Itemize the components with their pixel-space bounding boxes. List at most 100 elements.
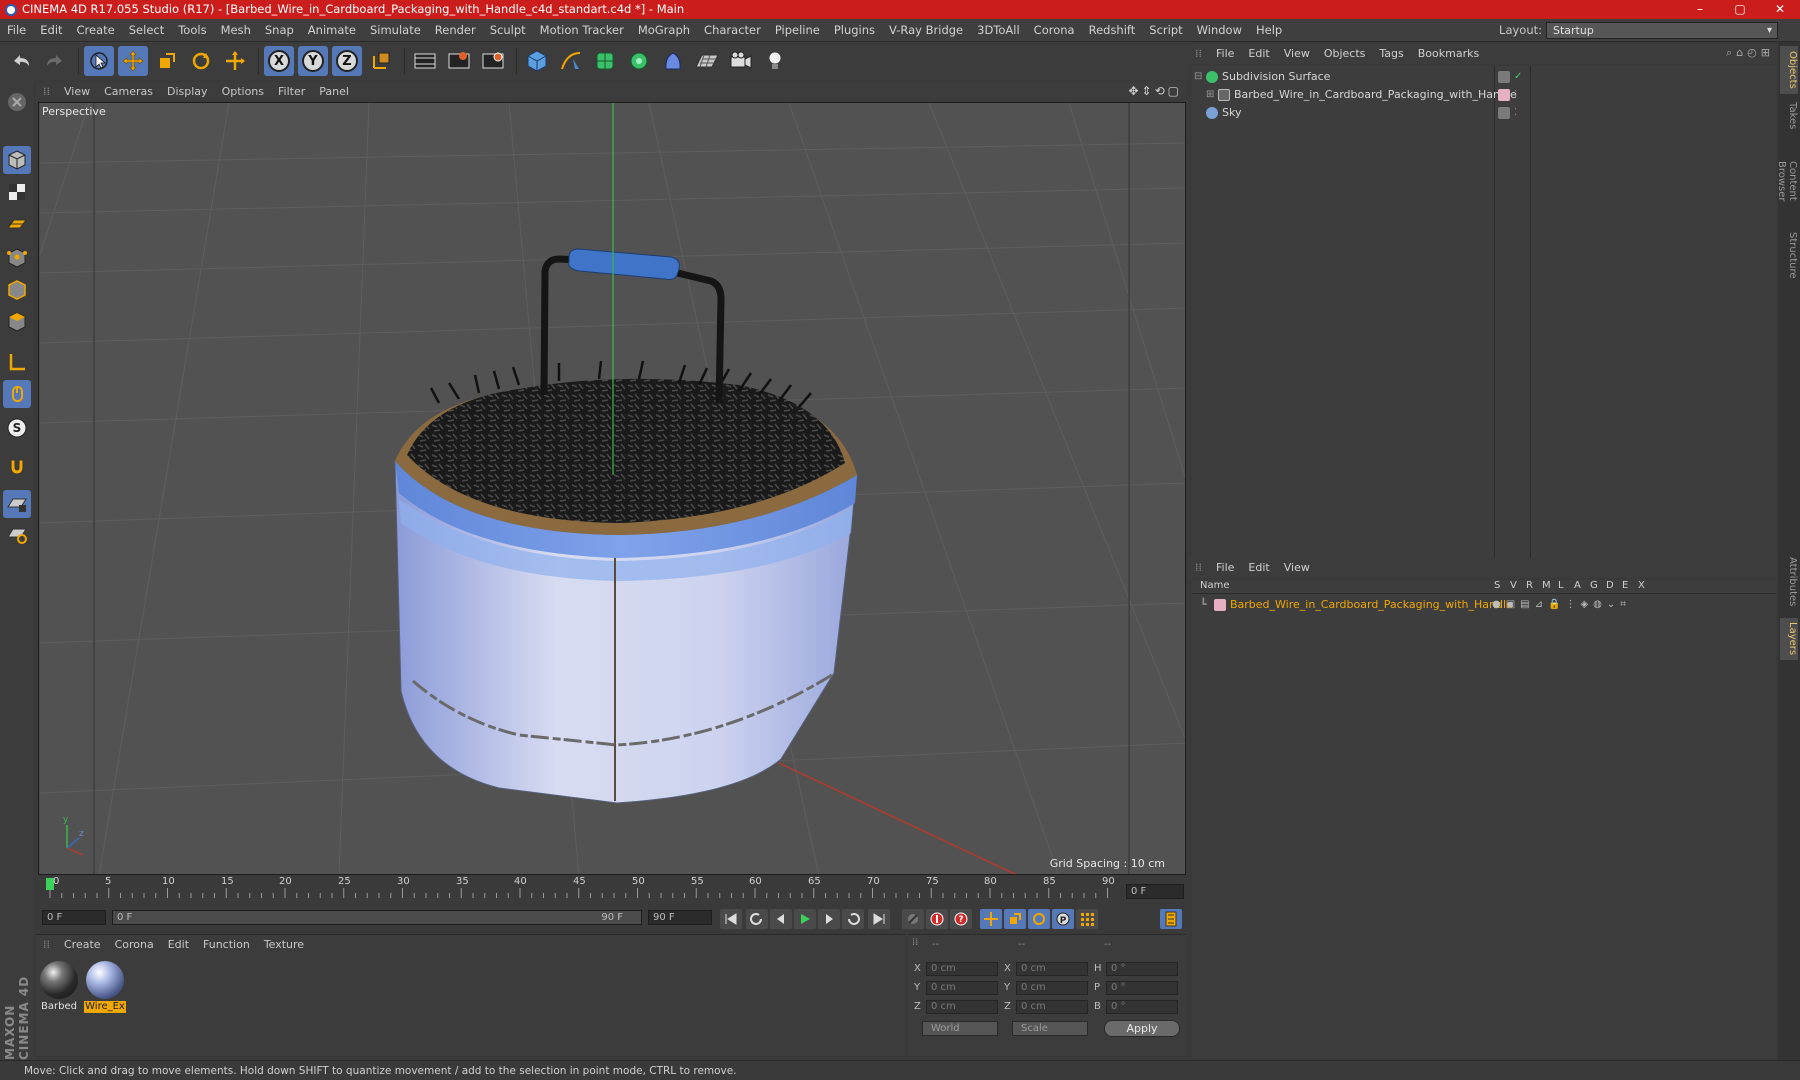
menu-window[interactable]: Window xyxy=(1190,19,1249,42)
material-menu-create[interactable]: Create xyxy=(57,935,108,954)
menu-help[interactable]: Help xyxy=(1249,19,1289,42)
move-tool-icon[interactable] xyxy=(118,46,148,76)
menu-script[interactable]: Script xyxy=(1142,19,1189,42)
viewport-menu-view[interactable]: View xyxy=(57,82,97,101)
axis-mode-icon[interactable] xyxy=(3,348,31,376)
snap-magnet-icon[interactable] xyxy=(3,452,31,480)
material-menu-function[interactable]: Function xyxy=(196,935,257,954)
pos-y-field[interactable]: 0 cm xyxy=(926,981,998,995)
key-rotation-icon[interactable] xyxy=(1028,909,1050,929)
tab-content-browser[interactable]: Content Browser xyxy=(1776,138,1798,224)
key-scale-icon[interactable] xyxy=(1004,909,1026,929)
menu-vray-bridge[interactable]: V-Ray Bridge xyxy=(882,19,970,42)
menu-mesh[interactable]: Mesh xyxy=(214,19,258,42)
size-z-field[interactable]: 0 cm xyxy=(1016,1000,1088,1014)
render-view-icon[interactable] xyxy=(410,46,440,76)
layers-menu-file[interactable]: File xyxy=(1209,558,1241,578)
subdivision-surface-icon[interactable] xyxy=(590,46,620,76)
layers-menu-view[interactable]: View xyxy=(1277,558,1317,578)
menu-corona[interactable]: Corona xyxy=(1027,19,1082,42)
menu-tools[interactable]: Tools xyxy=(171,19,213,42)
scale-tool-icon[interactable] xyxy=(152,46,182,76)
z-axis-lock-button[interactable]: Z xyxy=(332,46,362,76)
autokey-icon[interactable]: ? xyxy=(950,909,972,929)
material-menu-edit[interactable]: Edit xyxy=(161,935,196,954)
polygons-mode-icon[interactable] xyxy=(3,308,31,336)
menu-create[interactable]: Create xyxy=(70,19,122,42)
layer-color-swatch[interactable] xyxy=(1498,71,1510,83)
maximize-button[interactable]: ▢ xyxy=(1720,0,1760,19)
transform-tool-icon[interactable] xyxy=(220,46,250,76)
viewport-menu-display[interactable]: Display xyxy=(160,82,215,101)
panel-grip[interactable]: ⁞⁞ xyxy=(36,935,57,954)
model-mode-icon[interactable] xyxy=(3,146,31,174)
undo-icon[interactable] xyxy=(6,46,36,76)
menu-redshift[interactable]: Redshift xyxy=(1082,19,1143,42)
layout-dropdown[interactable]: Startup xyxy=(1546,22,1778,39)
viewport-menu-filter[interactable]: Filter xyxy=(271,82,312,101)
material-menu-texture[interactable]: Texture xyxy=(257,935,311,954)
select-arrow-icon[interactable] xyxy=(84,46,114,76)
previous-key-icon[interactable] xyxy=(746,909,768,929)
tab-attributes[interactable]: Attributes xyxy=(1780,550,1798,614)
x-axis-lock-button[interactable]: X xyxy=(264,46,294,76)
spline-pen-icon[interactable] xyxy=(556,46,586,76)
material-swatch-wire-ex[interactable]: Wire_Ex xyxy=(84,959,126,1013)
panel-grip[interactable]: ⁞⁞ xyxy=(912,937,918,948)
size-x-field[interactable]: 0 cm xyxy=(1016,962,1088,976)
objects-menu-tags[interactable]: Tags xyxy=(1372,44,1410,64)
rot-h-field[interactable]: 0 ° xyxy=(1106,962,1178,976)
edges-mode-icon[interactable] xyxy=(3,276,31,304)
tab-takes[interactable]: Takes xyxy=(1780,98,1798,134)
tab-objects[interactable]: Objects xyxy=(1780,46,1798,94)
viewport-menu-panel[interactable]: Panel xyxy=(312,82,356,101)
panel-grip[interactable]: ⁞⁞ xyxy=(1188,558,1209,578)
record-keys-icon[interactable] xyxy=(926,909,948,929)
viewport-menu-options[interactable]: Options xyxy=(215,82,271,101)
y-axis-lock-button[interactable]: Y xyxy=(298,46,328,76)
cloner-icon[interactable] xyxy=(624,46,654,76)
size-y-field[interactable]: 0 cm xyxy=(1016,981,1088,995)
key-position-icon[interactable] xyxy=(980,909,1002,929)
visibility-dots-icon[interactable]: ⁚ xyxy=(1514,86,1517,104)
play-forward-icon[interactable] xyxy=(794,909,816,929)
render-to-picture-viewer-icon[interactable] xyxy=(444,46,474,76)
timeline-ruler[interactable]: 0 5 10 15 20 25 30 35 40 45 50 55 60 65 … xyxy=(36,876,1186,906)
planar-workplane-icon[interactable] xyxy=(3,520,31,548)
perspective-viewport[interactable]: y z Perspective Grid Spacing : 10 cm xyxy=(38,102,1186,875)
menu-animate[interactable]: Animate xyxy=(301,19,363,42)
layer-color-swatch[interactable] xyxy=(1498,107,1510,119)
layer-toggle-icons[interactable]: ●▣▤⊿🔒⋮◈◍⌄⌗ xyxy=(1492,596,1631,614)
objects-menu-objects[interactable]: Objects xyxy=(1317,44,1373,64)
object-row-subdivision-surface[interactable]: ⊟ Subdivision Surface ✓ xyxy=(1192,68,1776,86)
tweak-mode-icon[interactable] xyxy=(3,380,31,408)
panel-grip[interactable]: ⁞⁞ xyxy=(36,82,57,101)
light-icon[interactable] xyxy=(760,46,790,76)
object-row-sky[interactable]: Sky ⁚ xyxy=(1192,104,1776,122)
rot-p-field[interactable]: 0 ° xyxy=(1106,981,1178,995)
end-frame-field[interactable]: 90 F xyxy=(648,910,712,925)
make-editable-icon[interactable] xyxy=(3,88,31,116)
go-to-end-icon[interactable] xyxy=(868,909,890,929)
menu-pipeline[interactable]: Pipeline xyxy=(768,19,827,42)
minimize-button[interactable]: – xyxy=(1680,0,1720,19)
coordinate-space-dropdown[interactable]: World xyxy=(922,1021,998,1036)
locked-workplane-icon[interactable] xyxy=(3,490,31,518)
pos-z-field[interactable]: 0 cm xyxy=(926,1000,998,1014)
objects-menu-edit[interactable]: Edit xyxy=(1241,44,1276,64)
menu-plugins[interactable]: Plugins xyxy=(827,19,882,42)
layer-row[interactable]: ┗ Barbed_Wire_in_Cardboard_Packaging_wit… xyxy=(1192,596,1776,614)
texture-mode-icon[interactable] xyxy=(3,178,31,206)
redo-icon[interactable] xyxy=(40,46,70,76)
workplane-mode-icon[interactable] xyxy=(3,210,31,238)
material-menu-corona[interactable]: Corona xyxy=(108,935,161,954)
go-to-start-icon[interactable] xyxy=(720,909,742,929)
objects-menu-view[interactable]: View xyxy=(1277,44,1317,64)
key-pla-icon[interactable] xyxy=(1076,909,1098,929)
menu-simulate[interactable]: Simulate xyxy=(363,19,428,42)
rot-b-field[interactable]: 0 ° xyxy=(1106,1000,1178,1014)
timeline-window-icon[interactable] xyxy=(1160,909,1182,929)
layer-color-swatch[interactable] xyxy=(1214,599,1226,611)
previous-frame-icon[interactable] xyxy=(770,909,792,929)
viewport-nav-icons[interactable]: ✥⇕⟲▢ xyxy=(1128,84,1182,98)
